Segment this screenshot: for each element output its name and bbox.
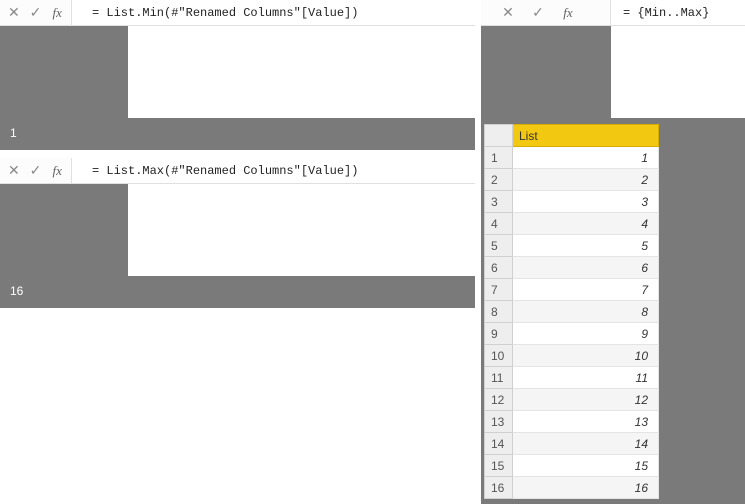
list-value[interactable]: 8 <box>513 301 659 323</box>
preview-area-min <box>128 26 475 118</box>
table-row[interactable]: 1616 <box>485 477 659 499</box>
list-value[interactable]: 5 <box>513 235 659 257</box>
fx-icon[interactable]: fx <box>49 4 65 22</box>
formula-input-range[interactable]: = {Min..Max} <box>611 0 745 25</box>
list-value[interactable]: 14 <box>513 433 659 455</box>
table-row[interactable]: 11 <box>485 147 659 169</box>
row-index[interactable]: 8 <box>485 301 513 323</box>
cancel-icon[interactable]: ✕ <box>6 162 22 180</box>
row-index[interactable]: 12 <box>485 389 513 411</box>
confirm-icon[interactable]: ✓ <box>529 4 547 22</box>
list-value[interactable]: 13 <box>513 411 659 433</box>
table-row[interactable]: 44 <box>485 213 659 235</box>
table-row[interactable]: 1313 <box>485 411 659 433</box>
list-table-body: 1122334455667788991010111112121313141415… <box>485 147 659 499</box>
formula-bar-max: ✕ ✓ fx = List.Max(#"Renamed Columns"[Val… <box>0 158 475 184</box>
fx-icon[interactable]: fx <box>559 4 577 22</box>
list-value[interactable]: 7 <box>513 279 659 301</box>
row-index[interactable]: 16 <box>485 477 513 499</box>
row-header-blank <box>485 125 513 147</box>
formula-bar-min: ✕ ✓ fx = List.Min(#"Renamed Columns"[Val… <box>0 0 475 26</box>
confirm-icon[interactable]: ✓ <box>28 162 44 180</box>
formula-icons: ✕ ✓ fx <box>481 0 611 25</box>
table-row[interactable]: 99 <box>485 323 659 345</box>
list-value[interactable]: 4 <box>513 213 659 235</box>
formula-input-min[interactable]: = List.Min(#"Renamed Columns"[Value]) <box>72 0 475 25</box>
table-row[interactable]: 77 <box>485 279 659 301</box>
formula-input-max[interactable]: = List.Max(#"Renamed Columns"[Value]) <box>72 158 475 183</box>
row-index[interactable]: 1 <box>485 147 513 169</box>
result-min: 1 <box>2 124 25 142</box>
list-value[interactable]: 3 <box>513 191 659 213</box>
row-index[interactable]: 9 <box>485 323 513 345</box>
list-value[interactable]: 9 <box>513 323 659 345</box>
row-index[interactable]: 14 <box>485 433 513 455</box>
table-row[interactable]: 1414 <box>485 433 659 455</box>
list-value[interactable]: 12 <box>513 389 659 411</box>
formula-bar-range: ✕ ✓ fx = {Min..Max} <box>481 0 745 26</box>
list-value[interactable]: 10 <box>513 345 659 367</box>
table-row[interactable]: 1515 <box>485 455 659 477</box>
cancel-icon[interactable]: ✕ <box>6 4 22 22</box>
row-index[interactable]: 11 <box>485 367 513 389</box>
list-value[interactable]: 2 <box>513 169 659 191</box>
preview-area-range <box>611 26 745 118</box>
table-row[interactable]: 1212 <box>485 389 659 411</box>
list-value[interactable]: 11 <box>513 367 659 389</box>
table-row[interactable]: 55 <box>485 235 659 257</box>
row-index[interactable]: 6 <box>485 257 513 279</box>
list-value[interactable]: 16 <box>513 477 659 499</box>
table-row[interactable]: 22 <box>485 169 659 191</box>
table-row[interactable]: 33 <box>485 191 659 213</box>
table-row[interactable]: 88 <box>485 301 659 323</box>
preview-area-max <box>128 184 475 276</box>
cancel-icon[interactable]: ✕ <box>499 4 517 22</box>
row-index[interactable]: 4 <box>485 213 513 235</box>
row-index[interactable]: 3 <box>485 191 513 213</box>
list-table: List 11223344556677889910101111121213131… <box>484 124 659 499</box>
table-header-row: List <box>485 125 659 147</box>
row-index[interactable]: 13 <box>485 411 513 433</box>
row-index[interactable]: 5 <box>485 235 513 257</box>
column-header-list[interactable]: List <box>513 125 659 147</box>
table-row[interactable]: 1111 <box>485 367 659 389</box>
panel-range-list: ✕ ✓ fx = {Min..Max} List 112233445566778… <box>481 0 745 504</box>
row-index[interactable]: 10 <box>485 345 513 367</box>
formula-icons: ✕ ✓ fx <box>0 0 72 25</box>
confirm-icon[interactable]: ✓ <box>28 4 44 22</box>
row-index[interactable]: 2 <box>485 169 513 191</box>
table-row[interactable]: 1010 <box>485 345 659 367</box>
panel-list-max: ✕ ✓ fx = List.Max(#"Renamed Columns"[Val… <box>0 158 475 308</box>
row-index[interactable]: 7 <box>485 279 513 301</box>
panel-list-min: ✕ ✓ fx = List.Min(#"Renamed Columns"[Val… <box>0 0 475 150</box>
table-row[interactable]: 66 <box>485 257 659 279</box>
list-value[interactable]: 15 <box>513 455 659 477</box>
row-index[interactable]: 15 <box>485 455 513 477</box>
list-value[interactable]: 6 <box>513 257 659 279</box>
result-max: 16 <box>2 282 31 300</box>
list-value[interactable]: 1 <box>513 147 659 169</box>
fx-icon[interactable]: fx <box>49 162 65 180</box>
formula-icons: ✕ ✓ fx <box>0 158 72 183</box>
